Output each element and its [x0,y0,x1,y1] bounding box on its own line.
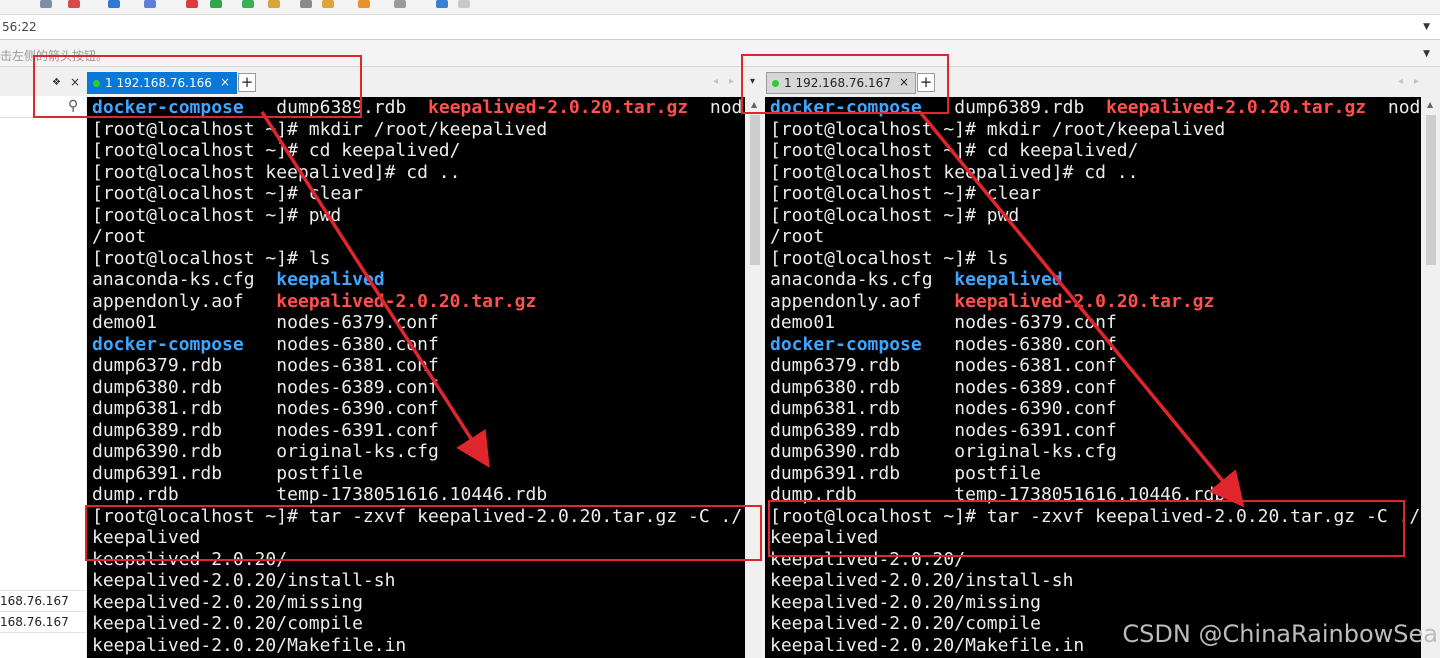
watermark: CSDN @ChinaRainbowSea [1122,620,1438,648]
annotation-arrows [260,110,1245,508]
annotation-arrow [918,110,1245,508]
annotation-arrow [260,111,490,468]
